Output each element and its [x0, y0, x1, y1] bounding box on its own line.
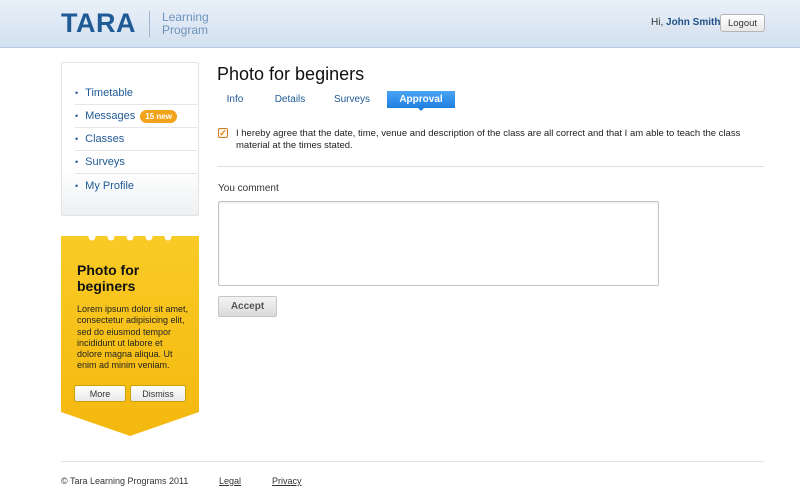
- promo-dismiss-button[interactable]: Dismiss: [130, 385, 186, 402]
- footer-privacy-link[interactable]: Privacy: [272, 476, 302, 486]
- agreement-checkbox[interactable]: ✓: [218, 128, 228, 138]
- messages-count-badge: 15 new: [140, 109, 177, 123]
- sidebar-item-label: My Profile: [85, 179, 135, 192]
- footer-legal-link[interactable]: Legal: [219, 476, 241, 486]
- logo-subtitle: Learning Program: [162, 11, 209, 37]
- agreement-text: I hereby agree that the date, time, venu…: [236, 128, 741, 151]
- page-title: Photo for beginers: [217, 64, 365, 84]
- bullet-icon: •: [75, 134, 79, 144]
- tab-surveys[interactable]: Surveys: [325, 91, 379, 108]
- promo-card: Photo for beginers Lorem ipsum dolor sit…: [61, 236, 199, 436]
- sidebar-item-label: Classes: [85, 133, 125, 145]
- sidebar-nav: • Timetable • Messages 15 new • Classes …: [61, 62, 199, 216]
- comment-label: You comment: [218, 183, 279, 194]
- sidebar-item-classes[interactable]: • Classes: [75, 128, 197, 151]
- accept-button[interactable]: Accept: [218, 296, 277, 317]
- sidebar-item-label: Messages: [85, 110, 136, 122]
- section-divider: [217, 166, 764, 167]
- active-tab-pointer: [417, 107, 425, 111]
- tab-approval[interactable]: Approval: [387, 91, 455, 108]
- comment-textarea[interactable]: [218, 201, 659, 286]
- logout-button[interactable]: Logout: [720, 14, 765, 32]
- header-bar: TARA Learning Program Hi, John Smith Log…: [0, 0, 800, 48]
- promo-more-button[interactable]: More: [74, 385, 126, 402]
- logo[interactable]: TARA: [61, 8, 136, 39]
- user-greeting: Hi, John Smith: [651, 17, 720, 28]
- promo-title: Photo for beginers: [77, 262, 140, 294]
- footer-divider: [61, 461, 764, 462]
- tab-details[interactable]: Details: [266, 91, 314, 108]
- bullet-icon: •: [75, 157, 79, 167]
- sidebar-item-messages[interactable]: • Messages 15 new: [75, 105, 197, 128]
- logo-subtitle-line2: Program: [162, 23, 209, 37]
- sidebar-item-timetable[interactable]: • Timetable: [75, 82, 197, 105]
- bullet-icon: •: [75, 111, 79, 121]
- tab-info[interactable]: Info: [217, 91, 253, 108]
- bullet-icon: •: [75, 88, 79, 98]
- sidebar-item-surveys[interactable]: • Surveys: [75, 151, 197, 174]
- user-name[interactable]: John Smith: [666, 17, 720, 28]
- sidebar-item-my-profile[interactable]: • My Profile: [75, 174, 197, 197]
- promo-description: Lorem ipsum dolor sit amet, consectetur …: [77, 304, 189, 371]
- sidebar-item-label: Surveys: [85, 156, 125, 168]
- sidebar-item-label: Timetable: [85, 87, 134, 99]
- footer-copyright: © Tara Learning Programs 2011: [61, 476, 189, 486]
- bullet-icon: •: [75, 180, 79, 191]
- logo-divider: [149, 11, 150, 37]
- greeting-text: Hi,: [651, 17, 664, 28]
